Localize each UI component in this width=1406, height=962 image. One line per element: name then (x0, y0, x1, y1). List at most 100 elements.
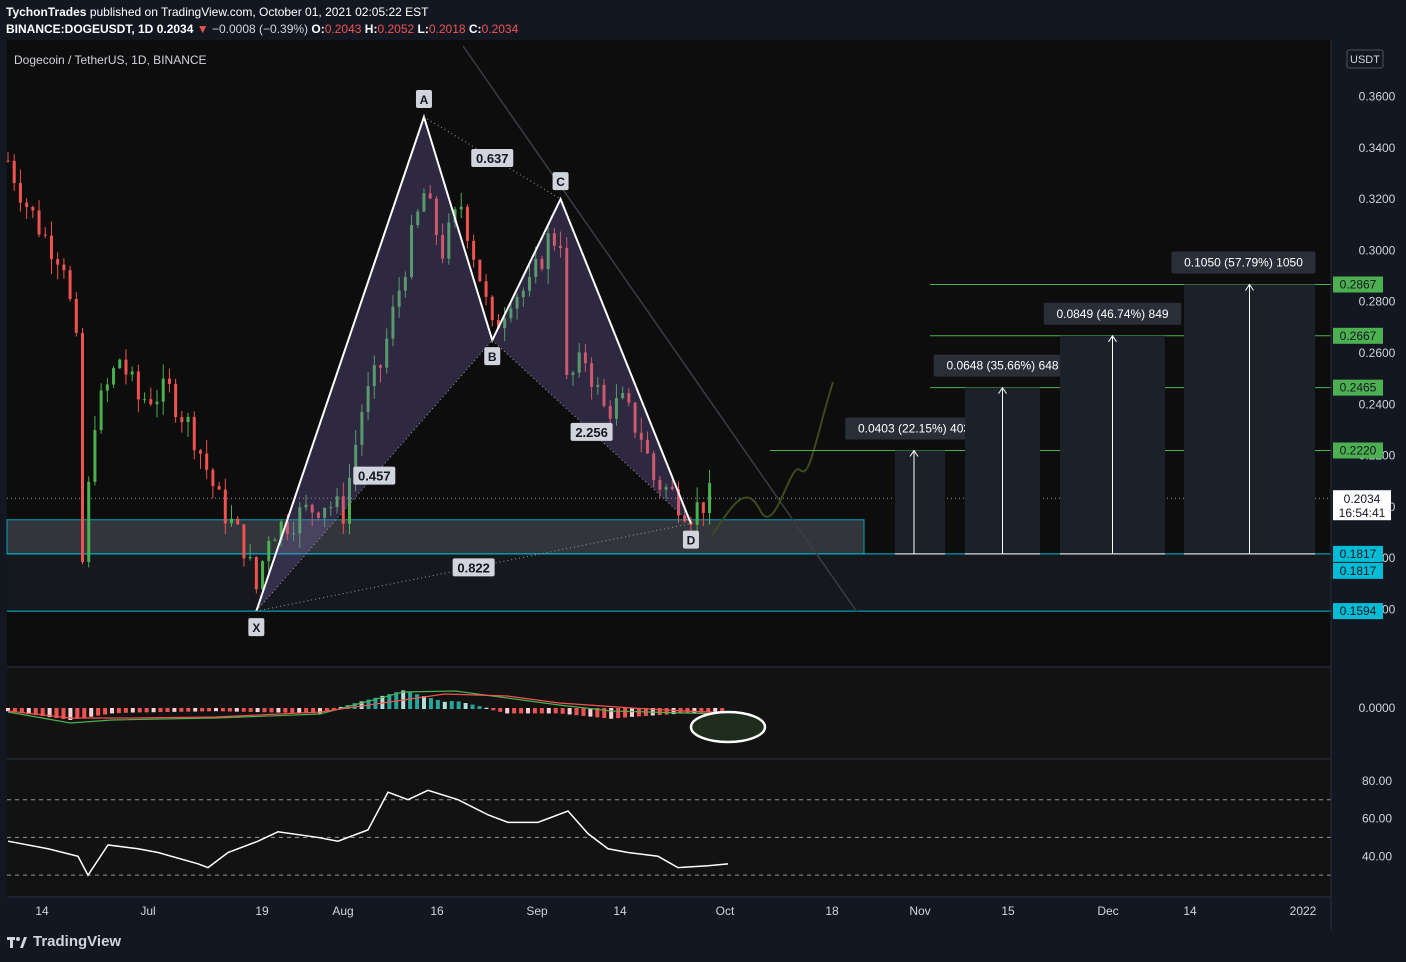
histogram-bar (116, 708, 121, 714)
target-price-tag-text: 0.2220 (1340, 443, 1377, 457)
candle-body (31, 206, 35, 211)
time-tick: 16 (430, 904, 444, 918)
publish-info: TychonTrades published on TradingView.co… (6, 5, 428, 19)
histogram-bar (574, 708, 579, 716)
target-label: 0.0849 (46.74%) 849 (1043, 302, 1182, 325)
rsi-tick: 40.00 (1362, 849, 1392, 863)
candle-body (62, 264, 66, 271)
histogram-bar (539, 708, 544, 714)
histogram-bar (89, 708, 94, 717)
histogram-bar (692, 708, 697, 713)
ratio-text: 2.256 (575, 425, 608, 440)
histogram-bar (262, 708, 267, 713)
histogram-bar (151, 708, 156, 713)
candle-body (223, 489, 227, 524)
candle-body (267, 540, 271, 562)
histogram-bar (234, 708, 239, 712)
brand-footer[interactable]: TradingView (7, 933, 121, 950)
currency-button[interactable]: USDT (1346, 49, 1384, 69)
histogram-bar (623, 708, 628, 718)
histogram-bar (560, 708, 565, 714)
time-tick: 19 (255, 904, 269, 918)
point-label: C (556, 175, 565, 189)
pattern-point-x: X (248, 618, 265, 637)
histogram-bar (158, 708, 163, 713)
candle-body (118, 359, 122, 369)
histogram-bar (255, 708, 260, 713)
candle-body (174, 383, 178, 418)
price-tick: 0.2600 (1359, 346, 1396, 360)
open-value: 0.2043 (324, 22, 362, 36)
change-value: −0.0008 (−0.39%) (211, 22, 309, 36)
candle-body (124, 359, 128, 375)
candle-body (236, 518, 240, 525)
macd-tick: 0.0000 (1359, 701, 1396, 715)
target-label: 0.0403 (22.15%) 403 (845, 417, 983, 440)
histogram-bar (96, 708, 101, 716)
ratio-text: 0.822 (457, 560, 490, 575)
support-price-tag: 0.1817 (1333, 545, 1383, 562)
target-range (895, 450, 945, 554)
author-name[interactable]: TychonTrades (6, 5, 86, 19)
histogram-bar (512, 708, 517, 714)
histogram-bar (290, 708, 295, 713)
candle-body (37, 210, 41, 235)
candle-body (149, 399, 153, 405)
candle-body (93, 430, 97, 482)
support-zone (6, 519, 865, 555)
pattern-point-b: B (484, 347, 501, 366)
candle-body (143, 399, 147, 401)
histogram-bar (553, 708, 558, 714)
histogram-bar (123, 708, 128, 713)
time-tick: Sep (526, 904, 548, 918)
candle-body (68, 270, 72, 299)
target-label-text: 0.0648 (35.66%) 648 (946, 359, 1058, 373)
target-price-tag-text: 0.2667 (1340, 329, 1377, 343)
pattern-point-a: A (415, 89, 432, 108)
candle-body (18, 183, 22, 203)
target-label-text: 0.1050 (57.79%) 1050 (1184, 255, 1303, 269)
price-tick: 0.3600 (1359, 89, 1396, 103)
rsi-tick: 80.00 (1362, 774, 1392, 788)
candle-body (472, 240, 476, 260)
time-tick: Dec (1097, 904, 1118, 918)
pattern-point-d: D (682, 530, 699, 549)
histogram-bar (630, 708, 634, 717)
histogram-bar (75, 708, 80, 719)
histogram-bar (526, 708, 530, 714)
candle-body (136, 371, 140, 400)
histogram-bar (82, 708, 87, 718)
target-price-tag: 0.2465 (1333, 379, 1383, 396)
histogram-bar (422, 696, 426, 709)
time-tick: 14 (613, 904, 627, 918)
chart-canvas[interactable]: 0.637 0.457 2.256 0.822 X A B C D 0.0403 (22.15%)… (0, 40, 1406, 930)
candle-body (230, 518, 234, 524)
candle-body (155, 401, 159, 405)
candle-body (43, 234, 47, 236)
histogram-bar (207, 708, 212, 712)
candle-body (25, 202, 29, 207)
candle-body (708, 482, 712, 514)
point-label: X (252, 621, 260, 635)
candle-body (49, 235, 53, 260)
down-arrow-icon: ▼ (196, 22, 209, 36)
histogram-bar (463, 703, 468, 709)
time-tick: 14 (35, 904, 49, 918)
histogram-bar (435, 699, 440, 709)
currency-label: USDT (1350, 54, 1380, 66)
target-price-tag: 0.2867 (1333, 276, 1383, 293)
lower-zone (7, 553, 1331, 612)
candle-body (273, 540, 277, 542)
support-price-tag-text: 0.1594 (1340, 604, 1377, 618)
ratio-text: 0.457 (358, 469, 391, 484)
target-price-tag: 0.2220 (1333, 442, 1383, 459)
histogram-bar (546, 708, 551, 714)
histogram-bar (110, 708, 114, 714)
time-tick: 2022 (1290, 904, 1317, 918)
pattern-point-c: C (552, 172, 569, 191)
time-tick: 14 (1183, 904, 1197, 918)
candle-body (186, 416, 190, 423)
candle-body (180, 417, 184, 423)
histogram-bar (297, 708, 302, 713)
ratio-label: 0.637 (471, 149, 514, 168)
